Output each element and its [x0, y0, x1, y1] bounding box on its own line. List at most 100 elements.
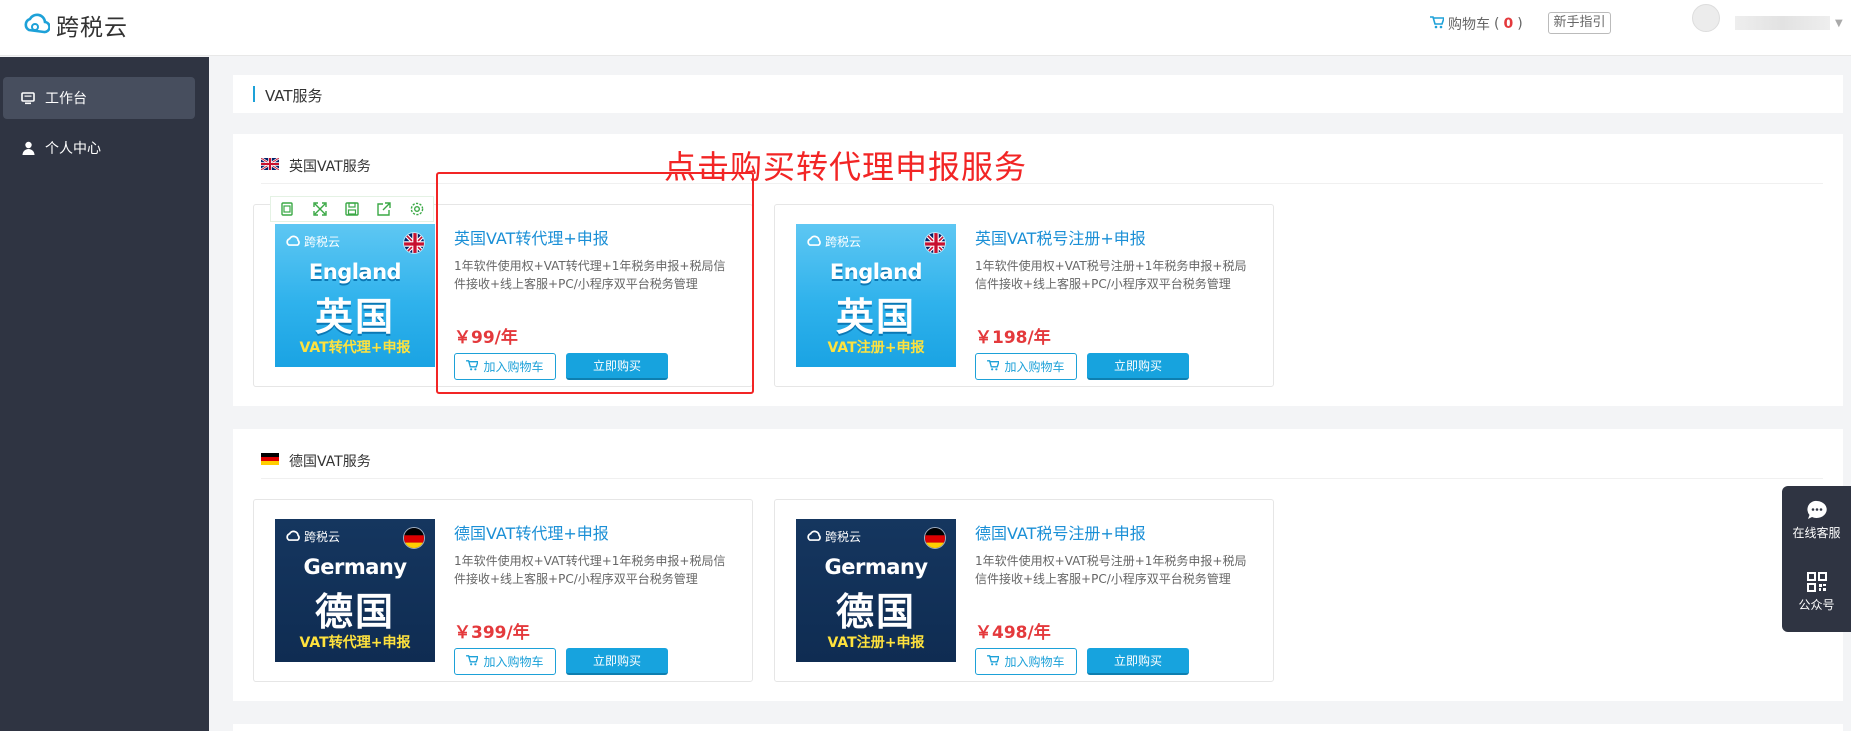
- product-banner[interactable]: 跨税云 England 英国 VAT转代理+申报: [275, 224, 435, 367]
- uk-flag-icon: [924, 232, 946, 254]
- sidebar-item-label: 工作台: [45, 91, 87, 107]
- add-to-cart-label: 加入购物车: [1004, 655, 1065, 669]
- product-title[interactable]: 德国VAT转代理+申报: [454, 520, 609, 544]
- sidebar: 工作台 个人中心: [0, 57, 209, 731]
- product-card: 跨税云 England 英国 VAT注册+申报 英国VAT税号注册+申报 1年软…: [774, 204, 1274, 387]
- cart-label: 购物车: [1448, 17, 1490, 33]
- add-to-cart-button[interactable]: 加入购物车: [975, 353, 1077, 380]
- avatar[interactable]: [1692, 4, 1720, 32]
- banner-country: Germany: [303, 555, 407, 579]
- banner-service: VAT注册+申报: [827, 635, 925, 651]
- product-description: 1年软件使用权+VAT转代理+1年税务申报+税局信件接收+线上客服+PC/小程序…: [454, 554, 726, 586]
- product-card: 跨税云 Germany 德国 VAT转代理+申报 德国VAT转代理+申报 1年软…: [253, 499, 753, 682]
- product-title[interactable]: 英国VAT税号注册+申报: [975, 225, 1146, 249]
- uk-flag-icon: [403, 232, 425, 254]
- de-flag-icon: [924, 527, 946, 549]
- banner-logo-text: 跨税云: [304, 235, 341, 249]
- section-title: 德国VAT服务: [289, 454, 371, 470]
- banner-logo-text: 跨税云: [304, 530, 341, 544]
- image-toolbar: [270, 196, 434, 222]
- chat-bubble-icon: [1782, 500, 1851, 520]
- cloud-logo-icon: [806, 529, 822, 545]
- annotation-highlight-box: [436, 172, 754, 394]
- cloud-logo-icon: [285, 234, 301, 250]
- product-price: ￥399/年: [454, 623, 530, 643]
- next-section-edge: [233, 724, 1843, 731]
- add-to-cart-label: 加入购物车: [483, 655, 544, 669]
- banner-service: VAT注册+申报: [827, 340, 925, 356]
- qr-code-icon: [1782, 572, 1851, 592]
- product-banner[interactable]: 跨税云 England 英国 VAT注册+申报: [796, 224, 956, 367]
- product-description: 1年软件使用权+VAT税号注册+1年税务申报+税局信件接收+线上客服+PC/小程…: [975, 554, 1247, 586]
- sidebar-item-workbench[interactable]: 工作台: [3, 77, 195, 119]
- cart-icon: [987, 359, 1001, 374]
- product-card: 跨税云 Germany 德国 VAT注册+申报 德国VAT税号注册+申报 1年软…: [774, 499, 1274, 682]
- product-price: ￥198/年: [975, 328, 1051, 348]
- banner-logo: 跨税云: [285, 233, 340, 250]
- user-icon: [21, 141, 35, 155]
- wechat-official-account-button[interactable]: 公众号: [1782, 572, 1851, 613]
- title-accent-bar: [253, 86, 255, 102]
- banner-country-cn: 英国: [835, 295, 916, 339]
- banner-country-cn: 英国: [314, 295, 395, 339]
- cloud-logo-icon: [806, 234, 822, 250]
- username-blurred[interactable]: [1735, 16, 1830, 30]
- banner-country-cn: 德国: [314, 590, 395, 634]
- banner-country-cn: 德国: [835, 590, 916, 634]
- banner-logo: 跨税云: [806, 233, 861, 250]
- copy-icon[interactable]: [279, 201, 295, 217]
- gear-icon[interactable]: [409, 201, 425, 217]
- save-icon[interactable]: [344, 201, 360, 217]
- buy-now-button[interactable]: 立即购买: [566, 648, 668, 675]
- add-to-cart-button[interactable]: 加入购物车: [975, 648, 1077, 675]
- cloud-logo-icon: [285, 529, 301, 545]
- app-logo[interactable]: 跨税云: [22, 8, 128, 42]
- banner-logo-text: 跨税云: [825, 530, 862, 544]
- banner-logo: 跨税云: [806, 528, 861, 545]
- product-description: 1年软件使用权+VAT税号注册+1年税务申报+税局信件接收+线上客服+PC/小程…: [975, 259, 1247, 291]
- chevron-down-icon[interactable]: ▼: [1835, 18, 1843, 29]
- expand-icon[interactable]: [312, 201, 328, 217]
- cart-count: 0: [1503, 16, 1514, 32]
- cart-icon: [1430, 15, 1446, 33]
- sidebar-item-label: 个人中心: [45, 141, 101, 157]
- page-title: VAT服务: [265, 87, 323, 105]
- add-to-cart-label: 加入购物车: [1004, 360, 1065, 374]
- top-header: 跨税云 购物车 (0) 新手指引 ▼: [0, 0, 1851, 56]
- online-service-button[interactable]: 在线客服: [1782, 500, 1851, 541]
- product-price: ￥498/年: [975, 623, 1051, 643]
- sidebar-item-personal-center[interactable]: 个人中心: [3, 127, 195, 169]
- monitor-icon: [21, 91, 35, 105]
- cart-count-open: (: [1494, 16, 1500, 32]
- add-to-cart-button[interactable]: 加入购物车: [454, 648, 556, 675]
- cart-icon: [987, 654, 1001, 669]
- page-title-bar: VAT服务: [233, 75, 1843, 113]
- section-header: 德国VAT服务: [261, 451, 371, 471]
- beginner-guide-button[interactable]: 新手指引: [1548, 12, 1611, 34]
- banner-logo-text: 跨税云: [825, 235, 862, 249]
- cloud-logo-icon: [22, 10, 51, 40]
- banner-logo: 跨税云: [285, 528, 340, 545]
- official-account-label: 公众号: [1798, 598, 1835, 612]
- banner-service: VAT转代理+申报: [299, 340, 411, 356]
- banner-country: Germany: [824, 555, 928, 579]
- banner-country: England: [308, 260, 402, 284]
- online-service-label: 在线客服: [1792, 526, 1841, 540]
- buy-now-button[interactable]: 立即购买: [1087, 648, 1189, 675]
- cart-count-close: ): [1517, 16, 1523, 32]
- banner-service: VAT转代理+申报: [299, 635, 411, 651]
- divider: [261, 478, 1823, 479]
- product-banner[interactable]: 跨税云 Germany 德国 VAT转代理+申报: [275, 519, 435, 662]
- logo-text: 跨税云: [56, 15, 128, 41]
- section-header: 英国VAT服务: [260, 156, 371, 176]
- product-title[interactable]: 德国VAT税号注册+申报: [975, 520, 1146, 544]
- cart-icon: [466, 654, 480, 669]
- buy-now-button[interactable]: 立即购买: [1087, 353, 1189, 380]
- floating-service-panel: 在线客服 公众号: [1782, 486, 1851, 632]
- cart-link[interactable]: 购物车 (0): [1430, 14, 1523, 34]
- section-de-vat: 德国VAT服务 跨税云 Germany 德国 VAT转代理+申报 德国VAT转代…: [233, 429, 1843, 701]
- de-flag-icon: [261, 453, 279, 469]
- share-icon[interactable]: [376, 201, 392, 217]
- product-banner[interactable]: 跨税云 Germany 德国 VAT注册+申报: [796, 519, 956, 662]
- section-title: 英国VAT服务: [289, 159, 371, 175]
